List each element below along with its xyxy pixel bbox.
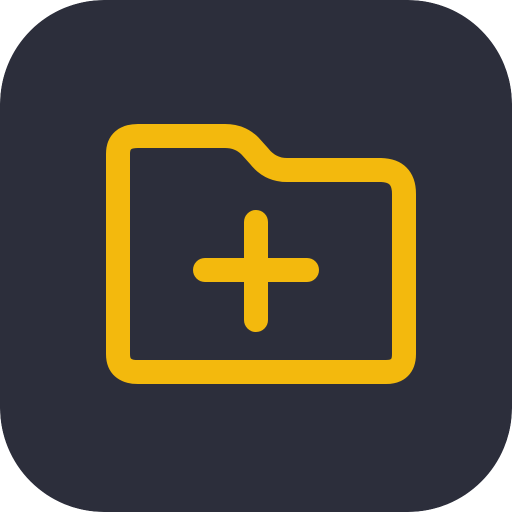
folder-plus-icon xyxy=(0,0,512,512)
app-icon[interactable] xyxy=(0,0,512,512)
